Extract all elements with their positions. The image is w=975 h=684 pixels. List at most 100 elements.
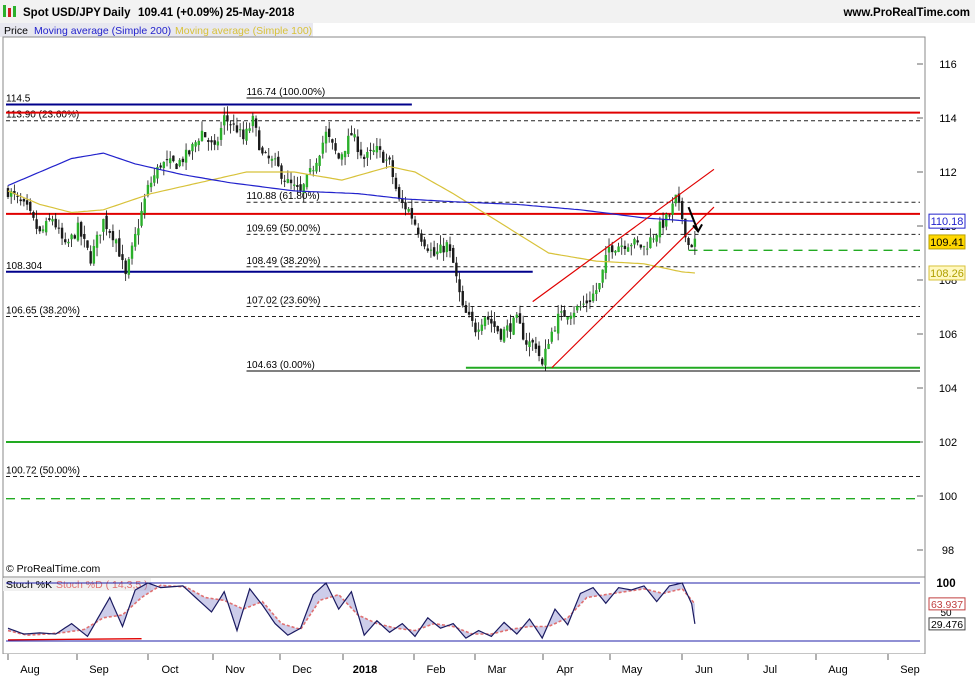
candle-body bbox=[531, 339, 534, 343]
candle-body bbox=[448, 244, 452, 251]
candle-body bbox=[60, 227, 64, 239]
candle-body bbox=[70, 234, 73, 240]
candle-body bbox=[108, 230, 111, 233]
candle-body bbox=[391, 160, 394, 177]
chart-svg: Spot USD/JPY Daily 109.41 (+0.09%) 25-Ma… bbox=[0, 0, 975, 684]
legend-ma100[interactable]: Moving average (Simple 100) bbox=[175, 25, 312, 37]
stoch-k-label[interactable]: Stoch %K bbox=[6, 579, 52, 591]
candle-body bbox=[388, 157, 391, 160]
stoch-axis-label: 100 bbox=[936, 578, 955, 590]
candle-body bbox=[601, 269, 604, 283]
candle-body bbox=[153, 175, 156, 183]
legend-ma200[interactable]: Moving average (Simple 200) bbox=[34, 25, 171, 37]
candle-body bbox=[658, 221, 662, 238]
price-tags: 110.18 109.41 108.26 bbox=[928, 213, 966, 281]
candle-body bbox=[439, 244, 442, 253]
candle-body bbox=[410, 208, 414, 219]
candle-body bbox=[273, 158, 277, 160]
candle-body bbox=[474, 322, 477, 333]
candle-body bbox=[486, 316, 490, 320]
candle-body bbox=[378, 146, 382, 150]
candle-body bbox=[502, 329, 506, 342]
candle-body bbox=[143, 198, 146, 214]
candle-body bbox=[254, 118, 258, 128]
candle-body bbox=[315, 162, 318, 172]
level-label: 108.304 bbox=[6, 261, 43, 272]
stoch-tag-label: 29.476 bbox=[931, 619, 963, 631]
x-tick-label: May bbox=[622, 664, 643, 676]
candle-body bbox=[318, 155, 321, 166]
candle-body bbox=[19, 199, 22, 202]
candle-body bbox=[181, 158, 185, 163]
candle-body bbox=[563, 310, 566, 317]
candle-body bbox=[477, 329, 480, 332]
candle-body bbox=[547, 343, 550, 349]
stoch-d-label[interactable]: Stoch %D ( 14,3,5 ) bbox=[56, 579, 148, 591]
candle-body bbox=[229, 124, 232, 126]
candle-body bbox=[665, 213, 668, 227]
candle-body bbox=[86, 240, 89, 248]
x-tick-label: Dec bbox=[292, 664, 312, 676]
candle-body bbox=[283, 180, 286, 182]
candle-body bbox=[652, 238, 655, 240]
candle-body bbox=[556, 313, 560, 334]
candle-body bbox=[343, 150, 347, 158]
legend-price[interactable]: Price bbox=[4, 25, 28, 37]
candle-body bbox=[595, 290, 598, 294]
candle-body bbox=[213, 140, 216, 145]
y-tick-label: 116 bbox=[939, 59, 957, 71]
x-tick-label: Apr bbox=[556, 664, 573, 676]
candle-body bbox=[566, 316, 569, 320]
candle-body bbox=[626, 247, 630, 252]
candle-body bbox=[324, 131, 328, 144]
candle-body bbox=[25, 200, 29, 205]
candle-body bbox=[54, 218, 57, 228]
candle-body bbox=[407, 208, 410, 212]
candle-body bbox=[350, 133, 353, 136]
candle-body bbox=[111, 231, 115, 241]
watermark-label: © ProRealTime.com bbox=[6, 563, 101, 575]
instrument-label: Spot USD/JPY bbox=[23, 7, 101, 19]
candle-body bbox=[417, 227, 420, 235]
level-label: 109.69 (50.00%) bbox=[247, 223, 321, 234]
x-tick-label: Sep bbox=[900, 664, 920, 676]
candle-body bbox=[140, 210, 143, 226]
candle-body bbox=[184, 149, 188, 163]
candle-body bbox=[645, 248, 649, 250]
candle-body bbox=[541, 358, 544, 365]
candle-body bbox=[413, 219, 417, 225]
candle-body bbox=[210, 140, 213, 143]
candle-body bbox=[334, 143, 337, 151]
candle-body bbox=[308, 167, 312, 173]
candle-body bbox=[620, 245, 623, 248]
candle-body bbox=[73, 235, 76, 239]
candle-body bbox=[299, 184, 302, 191]
candle-body bbox=[480, 324, 484, 331]
candle-body bbox=[203, 132, 207, 138]
candle-body bbox=[175, 163, 178, 169]
candle-body bbox=[544, 348, 547, 366]
candle-body bbox=[67, 241, 70, 244]
brand-label: www.ProRealTime.com bbox=[842, 7, 970, 19]
candle-body bbox=[321, 142, 325, 154]
candle-body bbox=[6, 188, 10, 197]
candle-body bbox=[397, 187, 401, 200]
price-panel bbox=[2, 36, 926, 578]
candle-body bbox=[499, 329, 503, 340]
candle-body bbox=[127, 259, 131, 275]
candle-body bbox=[327, 128, 331, 137]
date-label: 25-May-2018 bbox=[226, 7, 295, 19]
candle-body bbox=[270, 158, 274, 161]
candle-body bbox=[642, 246, 646, 248]
y-tick-label: 102 bbox=[939, 437, 957, 449]
candle-body bbox=[312, 170, 315, 172]
x-tick-label: Jul bbox=[763, 664, 777, 676]
candle-body bbox=[223, 115, 226, 126]
candle-body bbox=[178, 159, 181, 166]
candle-body bbox=[353, 134, 356, 138]
candle-body bbox=[200, 130, 204, 142]
level-label: 116.74 (100.00%) bbox=[247, 87, 326, 98]
candle-body bbox=[261, 147, 264, 154]
candle-body bbox=[44, 221, 48, 233]
candle-body bbox=[305, 174, 309, 188]
